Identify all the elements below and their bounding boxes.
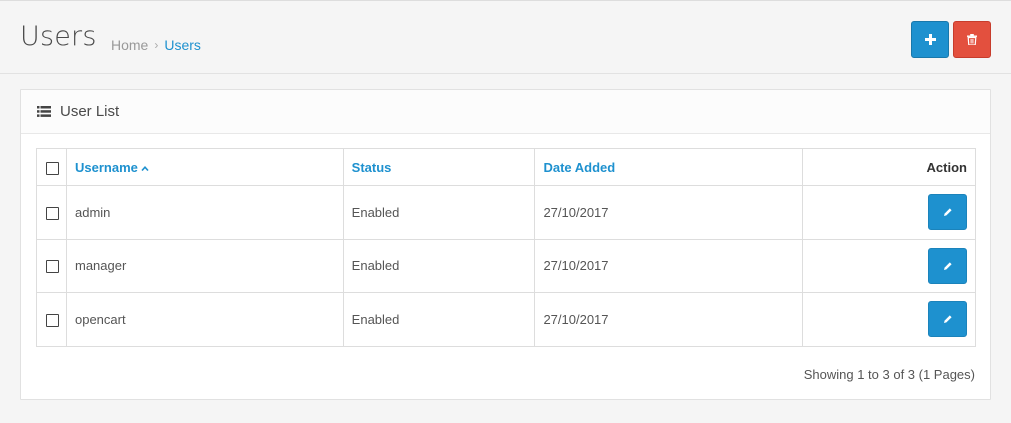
status-cell: Enabled: [342, 292, 536, 347]
table-header-row: Username Status Date Added Action: [36, 148, 976, 186]
date-added-cell: 27/10/2017: [534, 238, 804, 293]
column-header-action: Action: [802, 148, 976, 186]
edit-button[interactable]: [928, 247, 967, 284]
row-select-cell: [36, 292, 67, 347]
username-cell: manager: [65, 238, 344, 293]
breadcrumb-home-link[interactable]: Home: [111, 37, 148, 53]
pencil-icon: [943, 208, 952, 217]
trash-icon: [967, 34, 977, 45]
edit-button[interactable]: [928, 301, 967, 338]
table-row: admin Enabled 27/10/2017: [36, 185, 976, 240]
page-title: Users: [20, 21, 97, 52]
table-row: opencart Enabled 27/10/2017: [36, 292, 976, 347]
status-cell: Enabled: [342, 238, 536, 293]
username-cell: opencart: [65, 292, 344, 347]
breadcrumb-separator-icon: ›: [154, 38, 159, 52]
pencil-icon: [943, 262, 952, 270]
pagination-summary: Showing 1 to 3 of 3 (1 Pages): [803, 367, 975, 382]
add-new-button[interactable]: [911, 21, 949, 58]
caret-up-icon: [141, 165, 149, 171]
username-cell: admin: [65, 185, 344, 240]
delete-button[interactable]: [953, 21, 991, 58]
sort-date-added-link[interactable]: Date Added: [543, 160, 615, 175]
user-list-panel: User List Username Status Date Added Act…: [20, 89, 991, 400]
row-checkbox[interactable]: [46, 260, 59, 274]
users-table: Username Status Date Added Action admin …: [36, 148, 976, 347]
list-icon: [37, 106, 51, 117]
table-row: manager Enabled 27/10/2017: [36, 238, 976, 293]
row-select-cell: [36, 185, 67, 240]
panel-title: User List: [60, 103, 120, 120]
column-username-label: Username: [74, 159, 138, 175]
column-header-status: Status: [342, 148, 536, 186]
breadcrumb-users-link[interactable]: Users: [164, 37, 201, 53]
edit-button[interactable]: [928, 194, 967, 231]
pencil-icon: [943, 315, 952, 324]
action-cell: [802, 185, 976, 240]
select-all-checkbox[interactable]: [46, 161, 59, 175]
date-added-cell: 27/10/2017: [534, 185, 804, 240]
panel-heading: User List: [21, 90, 990, 134]
sort-username-link[interactable]: Username: [75, 160, 149, 175]
date-added-cell: 27/10/2017: [534, 292, 804, 347]
row-checkbox[interactable]: [46, 313, 59, 327]
action-cell: [802, 238, 976, 293]
select-all-cell: [36, 148, 67, 186]
sort-status-link[interactable]: Status: [352, 160, 392, 175]
column-header-username: Username: [65, 148, 344, 186]
column-header-date-added: Date Added: [534, 148, 804, 186]
status-cell: Enabled: [342, 185, 536, 240]
page-header: Users Home › Users: [0, 0, 1011, 74]
row-checkbox[interactable]: [46, 206, 59, 220]
action-cell: [802, 292, 976, 347]
plus-icon: [924, 34, 936, 45]
breadcrumb: Home › Users: [111, 37, 201, 53]
row-select-cell: [36, 238, 67, 293]
